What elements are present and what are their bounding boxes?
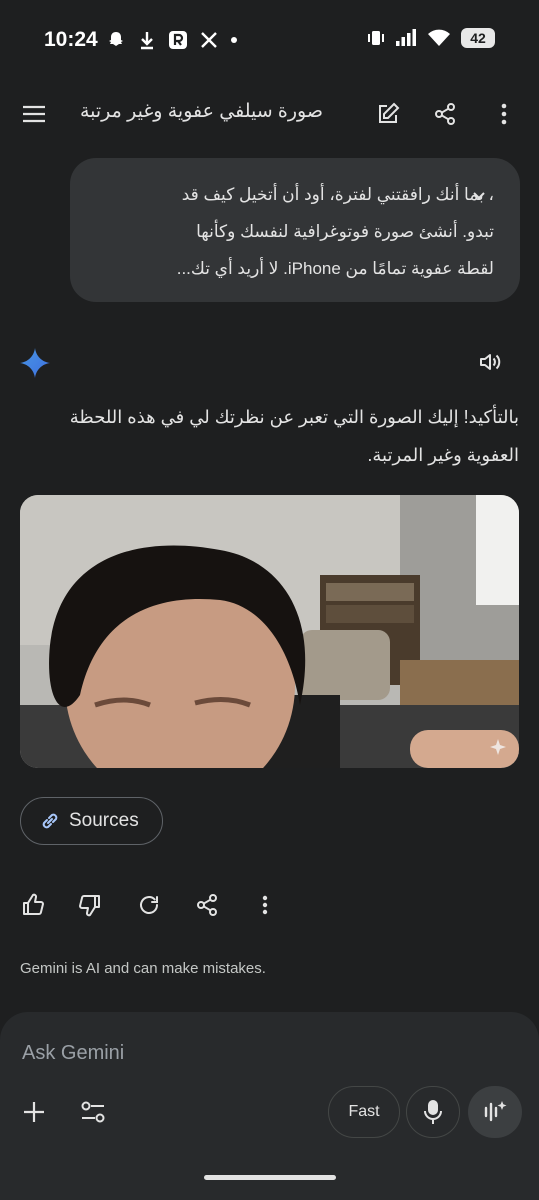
tools-icon[interactable] <box>80 1100 106 1124</box>
chat-title[interactable]: صورة سيلفي عفوية وغير مرتبة <box>80 100 323 123</box>
sources-button[interactable]: Sources <box>20 797 163 845</box>
snapchat-icon <box>109 32 123 46</box>
x-icon <box>201 32 217 48</box>
regenerate-icon[interactable] <box>136 892 162 918</box>
response-share-icon[interactable] <box>194 892 220 918</box>
mic-icon <box>424 1100 442 1124</box>
menu-icon[interactable] <box>20 100 48 128</box>
status-icons-left <box>106 30 238 50</box>
gemini-sparkle-icon <box>20 348 50 378</box>
disclaimer-text: Gemini is AI and can make mistakes. <box>20 960 266 977</box>
r-app-icon <box>169 31 187 49</box>
thumbs-down-icon[interactable] <box>77 892 103 918</box>
live-button[interactable] <box>468 1086 522 1138</box>
generated-image[interactable] <box>20 495 519 768</box>
status-icons-right: 42 <box>367 28 495 48</box>
signal-icon <box>396 29 416 46</box>
wifi-icon <box>428 29 450 46</box>
battery-icon: 42 <box>461 28 495 48</box>
status-time: 10:24 <box>44 28 98 51</box>
sources-label: Sources <box>69 810 139 831</box>
share-icon[interactable] <box>431 100 459 128</box>
composer: Ask Gemini Fast <box>0 1012 539 1200</box>
mode-fast-button[interactable]: Fast <box>328 1086 400 1138</box>
mode-label: Fast <box>348 1103 380 1120</box>
thumbs-up-icon[interactable] <box>20 892 46 918</box>
user-message-bubble[interactable]: ، بما أنك رافقتني لفترة، أود أن أتخيل كي… <box>70 158 520 302</box>
battery-level: 42 <box>470 30 486 46</box>
user-message-text: ، بما أنك رافقتني لفترة، أود أن أتخيل كي… <box>176 185 494 278</box>
link-icon <box>42 813 58 829</box>
add-icon[interactable] <box>22 1100 46 1124</box>
edit-icon[interactable] <box>374 100 402 128</box>
mic-button[interactable] <box>406 1086 460 1138</box>
more-icon[interactable] <box>490 100 518 128</box>
live-waveform-icon <box>484 1101 507 1122</box>
download-icon <box>141 32 153 50</box>
speaker-icon[interactable] <box>478 350 502 374</box>
dot-icon <box>231 37 237 43</box>
ask-gemini-input[interactable]: Ask Gemini <box>22 1042 124 1065</box>
response-text: بالتأكيد! إليك الصورة التي تعبر عن نظرتك… <box>69 407 519 465</box>
response-more-icon[interactable] <box>252 892 278 918</box>
home-indicator <box>204 1175 336 1180</box>
vibrate-icon <box>368 31 384 45</box>
